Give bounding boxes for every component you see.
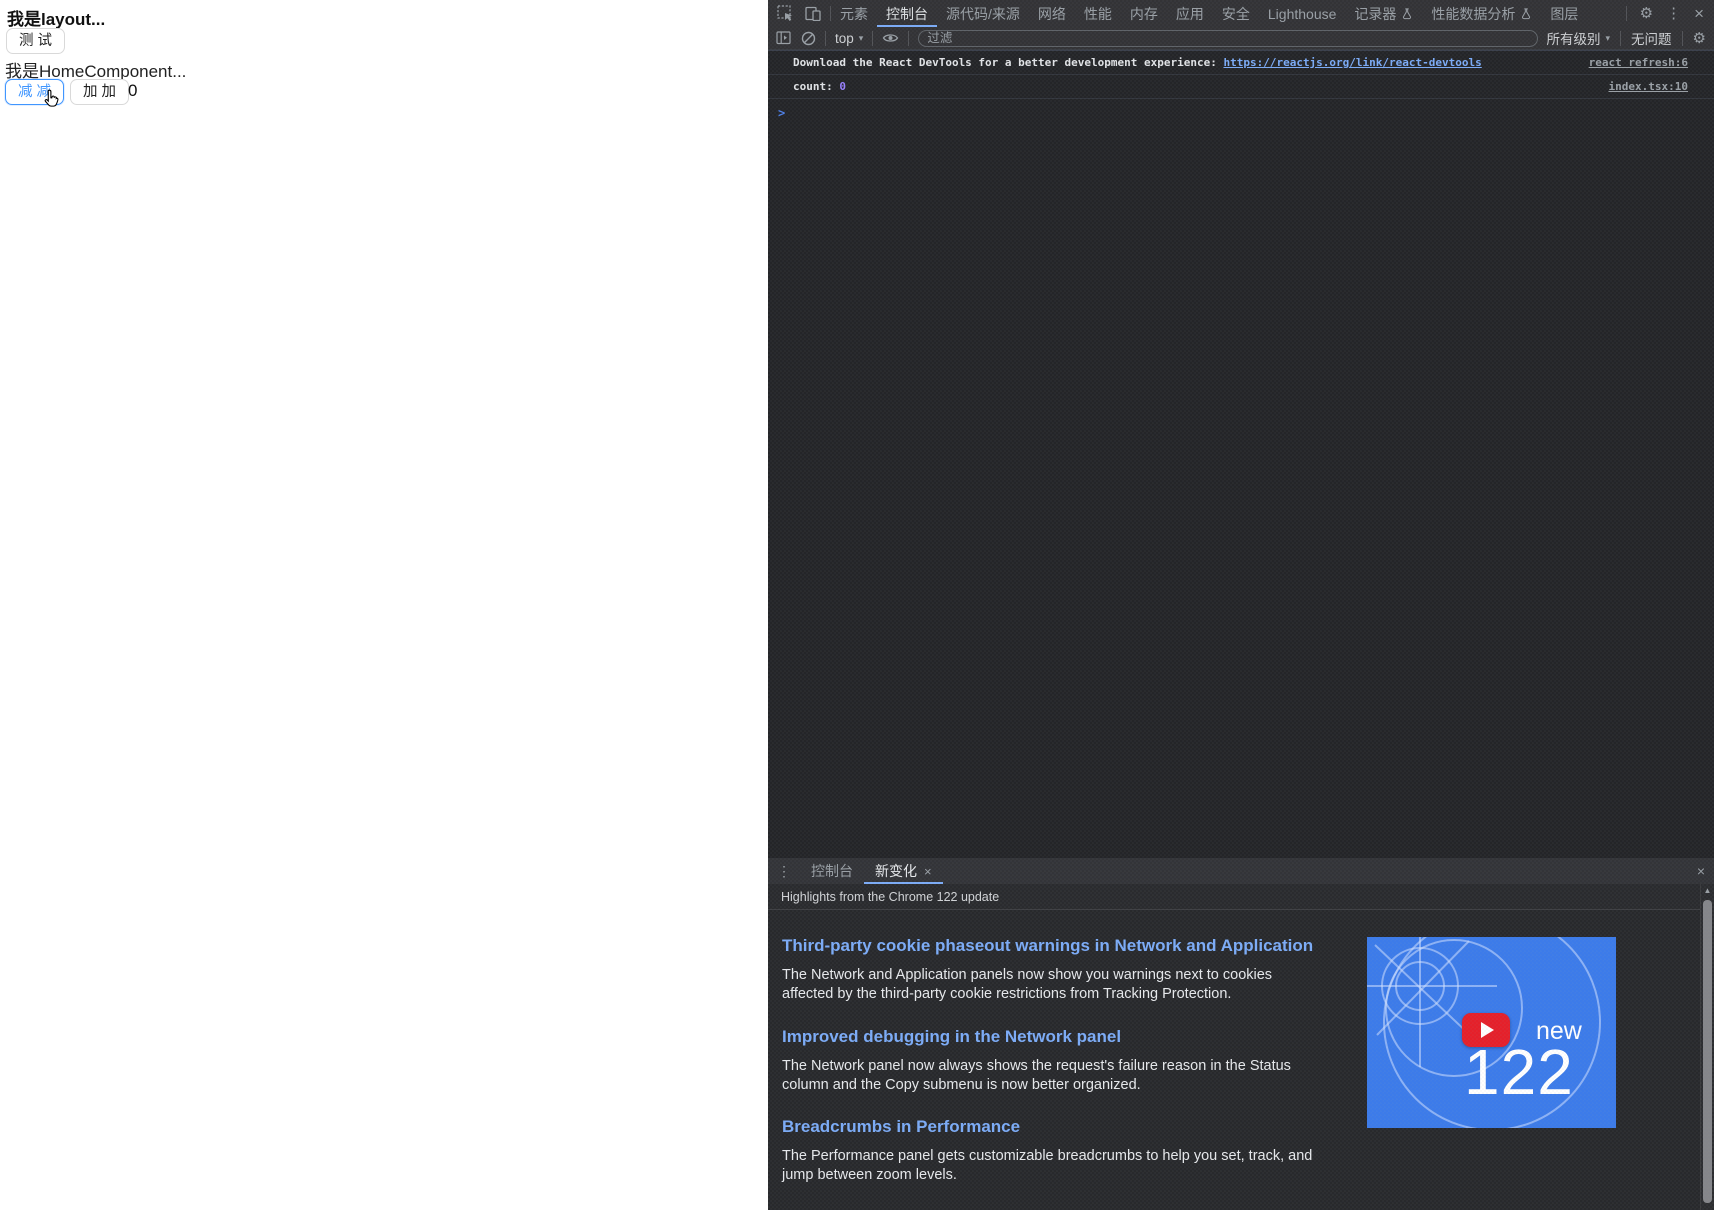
more-options-icon[interactable]: ⋮ — [1666, 6, 1681, 21]
test-button[interactable]: 测 试 — [6, 28, 65, 54]
chrome-122-promo-image: new 122 — [1367, 937, 1616, 1128]
device-toolbar-icon[interactable] — [805, 6, 821, 21]
console-filter-input[interactable] — [918, 30, 1537, 47]
console-toolbar: top ▾ 所有级别 ▾ 无问题 ⚙ — [768, 27, 1714, 50]
count-value: 0 — [128, 81, 137, 101]
divider — [872, 31, 873, 46]
chevron-down-icon: ▾ — [1606, 33, 1611, 44]
close-tab-icon[interactable]: × — [924, 864, 932, 879]
tab-application[interactable]: 应用 — [1167, 0, 1213, 27]
log-levels-select[interactable]: 所有级别 ▾ — [1547, 28, 1611, 48]
experiment-flask-icon — [1520, 7, 1532, 20]
console-sidebar-icon[interactable] — [776, 31, 792, 45]
tab-recorder-label: 记录器 — [1354, 4, 1396, 24]
app-page: 我是layout... 测 试 我是HomeComponent... 减 减 加… — [0, 0, 768, 1210]
devtools-panel: 元素 控制台 源代码/来源 网络 性能 内存 应用 安全 Lighthouse … — [768, 0, 1714, 1210]
devtools-drawer: ⋮ 控制台 新变化 × × Highlights from the Chrome… — [768, 858, 1714, 1210]
drawer-more-tabs-icon[interactable]: ⋮ — [768, 864, 800, 878]
promo-version-number: 122 — [1464, 1035, 1574, 1109]
close-devtools-icon[interactable]: × — [1694, 5, 1704, 22]
tab-console[interactable]: 控制台 — [877, 0, 937, 27]
section-body: The Network and Application panels now s… — [782, 966, 1327, 1005]
layout-title: 我是layout... — [7, 5, 105, 30]
console-number-value: 0 — [839, 80, 846, 93]
drawer-tab-console[interactable]: 控制台 — [800, 858, 864, 884]
tab-sources[interactable]: 源代码/来源 — [937, 0, 1029, 27]
tab-recorder[interactable]: 记录器 — [1345, 0, 1422, 27]
devtools-main-tabbar: 元素 控制台 源代码/来源 网络 性能 内存 应用 安全 Lighthouse … — [768, 0, 1714, 27]
screen: 我是layout... 测 试 我是HomeComponent... 减 减 加… — [0, 0, 1714, 1210]
tab-layers[interactable]: 图层 — [1541, 0, 1587, 27]
console-prompt-row[interactable]: > — [768, 99, 1714, 120]
drawer-tabbar: ⋮ 控制台 新变化 × × — [768, 858, 1714, 884]
console-output: Download the React DevTools for a better… — [768, 50, 1714, 858]
log-levels-label: 所有级别 — [1547, 28, 1601, 48]
section-body: The Network panel now always shows the r… — [782, 1057, 1327, 1096]
tab-performance-insights[interactable]: 性能数据分析 — [1422, 0, 1541, 27]
mouse-pointer-cursor — [40, 88, 62, 112]
divider — [1682, 31, 1683, 46]
tab-network[interactable]: 网络 — [1029, 0, 1075, 27]
section-body: The Performance panel gets customizable … — [782, 1147, 1327, 1186]
tab-performance[interactable]: 性能 — [1075, 0, 1121, 27]
javascript-context-select[interactable]: top ▾ — [835, 31, 863, 46]
console-prompt-chevron-icon: > — [778, 106, 785, 120]
console-message-text: count: 0 — [793, 80, 846, 93]
divider — [908, 31, 909, 46]
context-label: top — [835, 31, 854, 46]
inspect-element-icon[interactable] — [777, 5, 794, 22]
drawer-tab-whats-new[interactable]: 新变化 × — [864, 858, 943, 884]
increment-button[interactable]: 加 加 — [70, 79, 129, 105]
console-settings-gear-icon[interactable]: ⚙ — [1693, 31, 1706, 46]
tab-performance-insights-label: 性能数据分析 — [1431, 4, 1515, 24]
console-message: Download the React DevTools for a better… — [768, 50, 1714, 75]
react-devtools-link[interactable]: https://reactjs.org/link/react-devtools — [1223, 56, 1481, 69]
tab-elements[interactable]: 元素 — [831, 0, 877, 27]
live-expression-eye-icon[interactable] — [882, 32, 899, 44]
issues-counter[interactable]: 无问题 — [1631, 28, 1672, 48]
clear-console-icon[interactable] — [801, 31, 816, 46]
console-message: count: 0 index.tsx:10 — [768, 75, 1714, 99]
settings-gear-icon[interactable]: ⚙ — [1640, 6, 1653, 21]
source-location-link[interactable]: index.tsx:10 — [1585, 80, 1688, 93]
console-message-text: Download the React DevTools for a better… — [793, 56, 1482, 69]
whats-new-header: Highlights from the Chrome 122 update — [768, 884, 1714, 910]
tab-memory[interactable]: 内存 — [1121, 0, 1167, 27]
experiment-flask-icon — [1401, 7, 1413, 20]
tab-lighthouse[interactable]: Lighthouse — [1259, 0, 1346, 27]
tab-security[interactable]: 安全 — [1213, 0, 1259, 27]
drawer-tab-whats-new-label: 新变化 — [875, 861, 917, 881]
scrollbar-up-arrow-icon[interactable]: ▲ — [1701, 886, 1714, 895]
divider — [1626, 6, 1627, 21]
source-location-link[interactable]: react refresh:6 — [1565, 56, 1688, 69]
scrollbar-thumb[interactable] — [1703, 900, 1712, 1203]
divider — [825, 31, 826, 46]
chevron-down-icon: ▾ — [859, 33, 864, 44]
divider — [1620, 31, 1621, 46]
drawer-scrollbar[interactable]: ▲ — [1700, 884, 1714, 1210]
close-drawer-icon[interactable]: × — [1688, 864, 1714, 878]
